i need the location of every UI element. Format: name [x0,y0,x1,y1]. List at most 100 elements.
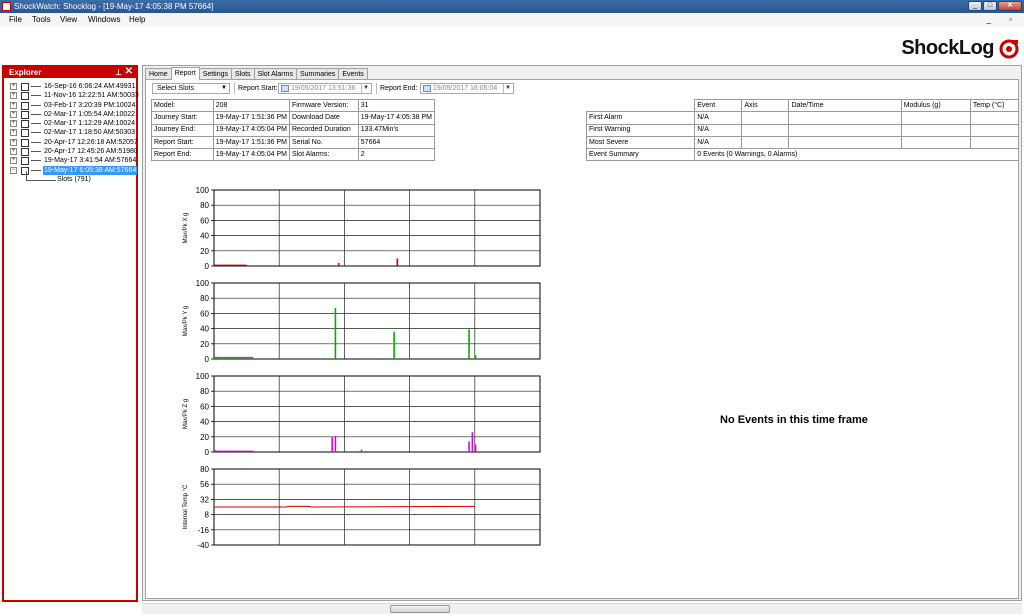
tree-item[interactable]: +20-Apr-17 12:45:26 AM:51980 [7,147,138,157]
event-column-header: Event [694,98,743,113]
tree-child-label[interactable]: Slots (791) [57,175,91,185]
tree-connector [31,169,41,171]
tree-item-label[interactable]: 20-Apr-17 12:26:18 AM:52057 [43,138,139,147]
brand-area: ShockLog [0,27,1024,65]
event-cell [788,123,902,137]
y-tick-label: 40 [200,325,209,334]
event-cell [788,135,902,150]
event-cell [741,135,790,150]
y-tick-label: 80 [200,201,209,210]
tree-item-label[interactable]: 20-Apr-17 12:45:26 AM:51980 [43,147,139,156]
select-slots-dropdown[interactable]: Select Slots ▼ [152,83,230,94]
tree-item[interactable]: +19-May-17 3:41:54 AM:57664 [7,156,137,166]
minimize-button[interactable]: _ [968,1,982,11]
info-value: 19-May-17 1:51:36 PM [212,135,290,150]
tree-connector [31,132,41,134]
info-value: 19-May-17 4:05:38 PM [357,111,436,125]
tree-connector [31,151,41,153]
info-label: Recorded Duration [288,123,359,137]
chevron-down-icon[interactable]: ▼ [361,84,370,93]
tree-item-checkbox[interactable] [21,92,29,101]
tree-item[interactable]: +02-Mar-17 1:12:29 AM:10024 [7,119,136,129]
y-tick-label: -16 [197,526,209,535]
expand-icon[interactable]: + [10,110,17,118]
tree-item-label[interactable]: 16-Sep-16 6:06:24 AM:49931 [43,82,136,91]
y-axis-label: Max/Pk Z g [183,399,189,429]
event-cell [900,123,971,137]
maximize-button[interactable]: □ [983,1,997,11]
tree-item[interactable]: +02-Mar-17 1:05:54 AM:10022 [7,110,135,119]
tree-item[interactable]: +16-Sep-16 6:06:24 AM:49931 [7,82,135,91]
plot-frame [213,189,541,267]
tree-item-label[interactable]: 02-Mar-17 1:05:54 AM:10022 [43,110,136,119]
expand-icon[interactable]: + [10,148,17,156]
tree-item[interactable]: +02-Mar-17 1:18:50 AM:50303 [7,128,136,138]
tree-child-slots[interactable]: Slots (791) [7,170,135,185]
scrollbar-thumb[interactable] [390,605,450,613]
tree-item-checkbox[interactable] [21,83,29,91]
data-bar [337,262,340,266]
data-bar [230,265,232,266]
tree-item-checkbox[interactable] [21,157,29,166]
info-label: Download Date [288,111,359,125]
pin-icon[interactable]: ⊥ [115,67,122,78]
mdi-window-buttons[interactable]: _ ▫ [986,15,1020,24]
expand-icon[interactable]: + [10,92,17,100]
expand-icon[interactable]: + [10,101,17,109]
y-tick-label: 20 [200,340,209,349]
tree-item-label[interactable]: 03-Feb-17 3:20:39 PM:10024 [43,101,136,110]
tab-report[interactable]: Report [170,67,200,80]
tree-item-checkbox[interactable] [21,101,29,110]
journey-info-table: Model: 208 Firmware Version: 31 Journey Star… [151,98,436,162]
event-cell [741,111,790,125]
info-row: Model: 208 Firmware Version: 31 [151,98,436,113]
expand-icon[interactable]: + [10,83,17,90]
main-pane: Home Report Settings Slots Slot Alarms Summar… [142,65,1022,601]
chevron-down-icon: ▼ [221,85,227,91]
info-value: 19-May-17 4:05:04 PM [212,123,290,137]
event-header-row: Event Axis Date/Time Modulus (g) Temp (°C) [586,98,1020,113]
expand-icon[interactable]: + [10,138,17,146]
tree-item-label[interactable]: 19-May-17 6:05:38 AM:57664 [43,165,138,175]
menu-help[interactable]: Help [129,15,145,25]
data-bar [214,449,216,452]
tree-item-label[interactable]: 02-Mar-17 1:12:29 AM:10024 [43,119,136,128]
expand-icon[interactable]: + [10,129,17,137]
tree-item-checkbox[interactable] [21,166,29,175]
data-bar [334,308,337,359]
tree-item-label[interactable]: 19-May-17 3:41:54 AM:57664 [43,156,137,165]
data-bar [468,329,470,359]
report-view: Select Slots ▼ Report Start: 19/05/2017 … [145,79,1020,599]
tree-item-label[interactable]: 11-Nov-16 12:22:51 AM:50033 [43,91,140,100]
report-end-picker[interactable]: 19/05/2017 16:05:04 ▼ [420,83,514,94]
tree-item-checkbox[interactable] [21,120,29,129]
tree-connector [31,141,41,143]
close-button[interactable]: ✕ [998,1,1022,11]
expand-icon[interactable]: + [10,157,17,165]
y-tick-label: 40 [200,418,209,427]
app-icon [2,2,11,11]
tree-item-checkbox[interactable] [21,148,29,157]
shocklog-logo: ShockLog [901,37,994,59]
event-row: First Alarm N/A [585,111,1020,125]
menu-file[interactable]: File [9,15,22,25]
event-cell [788,111,902,125]
tree-item-checkbox[interactable] [21,129,29,138]
data-bar [214,356,216,359]
shocklog-logo-icon [999,39,1019,59]
horizontal-scrollbar[interactable] [142,603,1022,614]
tree-item[interactable]: +03-Feb-17 3:20:39 PM:10024 [7,101,135,110]
tree-item-checkbox[interactable] [21,110,29,119]
menu-tools[interactable]: Tools [32,15,51,25]
tree-item-label[interactable]: 02-Mar-17 1:18:50 AM:50303 [43,128,136,137]
expand-icon[interactable]: + [10,120,17,128]
tree-item-checkbox[interactable] [21,138,29,147]
close-icon[interactable]: ✕ [125,66,133,77]
collapse-icon[interactable]: − [10,166,17,174]
menu-view[interactable]: View [60,15,77,25]
report-start-picker[interactable]: 19/05/2017 13:51:36 ▼ [278,83,372,94]
menu-windows[interactable]: Windows [88,15,120,25]
tree-item[interactable]: +11-Nov-16 12:22:51 AM:50033 [7,91,139,101]
tree-item[interactable]: +20-Apr-17 12:26:18 AM:52057 [7,138,138,147]
chevron-down-icon[interactable]: ▼ [503,84,512,93]
